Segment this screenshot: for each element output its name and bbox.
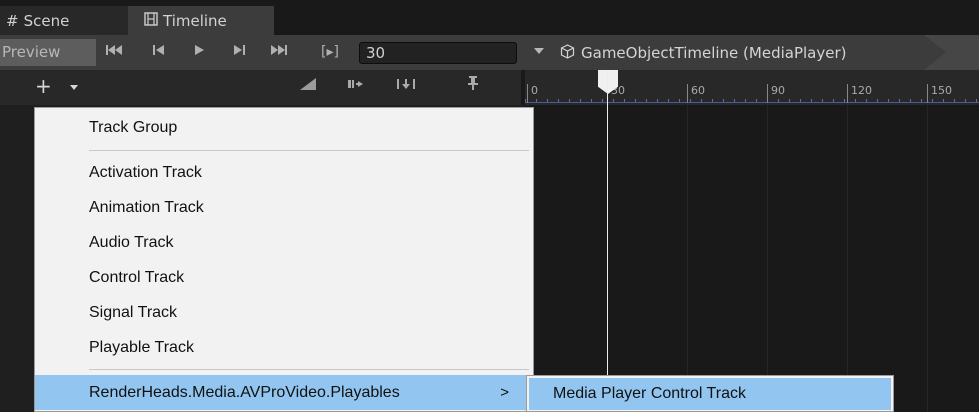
ruler-label: 0 (531, 84, 538, 97)
ruler-minor-ticks (525, 99, 979, 103)
breadcrumb-arrow (924, 35, 979, 70)
cube-icon (560, 43, 575, 63)
menu-item-track-group[interactable]: Track Group (35, 110, 533, 145)
replace-mode-icon[interactable] (393, 74, 419, 100)
menu-item-avpro-playables[interactable]: RenderHeads.Media.AVProVideo.Playables > (35, 375, 533, 410)
play-icon[interactable] (188, 39, 210, 66)
current-frame-field[interactable]: 30 (359, 42, 517, 64)
time-ruler[interactable]: 0 30 60 90 120 150 (525, 70, 979, 105)
chevron-right-icon: > (500, 384, 509, 401)
grid-line (687, 105, 688, 412)
ruler-major-tick (767, 84, 768, 103)
tab-scene-label: Scene (23, 11, 70, 30)
add-track-menu: Track Group Activation Track Animation T… (34, 107, 534, 412)
ruler-major-tick (927, 84, 928, 103)
menu-item-activation-track[interactable]: Activation Track (35, 155, 533, 190)
asset-name: GameObjectTimeline (MediaPlayer) (581, 44, 847, 62)
jump-to-start-icon[interactable] (101, 39, 127, 66)
jump-to-end-icon[interactable] (266, 39, 292, 66)
tab-scene[interactable]: # Scene (0, 6, 128, 35)
film-strip-icon (144, 11, 158, 30)
add-track-button[interactable]: + (35, 74, 52, 100)
menu-item-control-track[interactable]: Control Track (35, 260, 533, 295)
window-tab-bar: # Scene Timeline (0, 0, 979, 35)
grid-line (847, 105, 848, 412)
chevron-down-icon[interactable] (534, 48, 544, 54)
ruler-label: 150 (931, 84, 952, 97)
ruler-label: 120 (851, 84, 872, 97)
ripple-mode-icon[interactable] (345, 74, 369, 100)
chevron-down-icon[interactable] (70, 85, 78, 90)
ruler-major-tick (527, 84, 528, 103)
menu-item-signal-track[interactable]: Signal Track (35, 295, 533, 330)
pin-icon[interactable] (462, 74, 484, 100)
grid-hash-icon: # (6, 11, 19, 30)
ruler-label: 60 (691, 84, 705, 97)
timeline-asset-breadcrumb[interactable]: GameObjectTimeline (MediaPlayer) (560, 41, 847, 65)
ruler-major-tick (687, 84, 688, 103)
menu-item-playable-track[interactable]: Playable Track (35, 330, 533, 365)
avpro-playables-submenu: Media Player Control Track (526, 375, 894, 412)
menu-item-label: RenderHeads.Media.AVProVideo.Playables (89, 384, 400, 401)
menu-item-animation-track[interactable]: Animation Track (35, 190, 533, 225)
clip-edit-mode-icon[interactable] (296, 74, 320, 100)
playhead-line[interactable] (607, 70, 608, 412)
play-range-icon[interactable]: [▸] (313, 39, 347, 66)
grid-line (767, 105, 768, 412)
ruler-label: 90 (771, 84, 785, 97)
menu-separator (89, 369, 529, 370)
tab-timeline-label: Timeline (163, 11, 227, 30)
timeline-toolbar: Preview [▸] 30 GameObjectTimeline (Media… (0, 35, 979, 70)
grid-line (927, 105, 928, 412)
tab-timeline[interactable]: Timeline (128, 6, 274, 35)
menu-item-media-player-control-track[interactable]: Media Player Control Track (529, 378, 891, 410)
menu-item-audio-track[interactable]: Audio Track (35, 225, 533, 260)
timeline-clip-area[interactable] (525, 105, 979, 412)
ruler-major-tick (847, 84, 848, 103)
track-header-bar: + 0 30 60 90 120 150 (0, 70, 979, 105)
preview-button[interactable]: Preview (0, 39, 96, 66)
next-frame-icon[interactable] (228, 39, 250, 66)
menu-separator (89, 150, 529, 151)
previous-frame-icon[interactable] (148, 39, 170, 66)
